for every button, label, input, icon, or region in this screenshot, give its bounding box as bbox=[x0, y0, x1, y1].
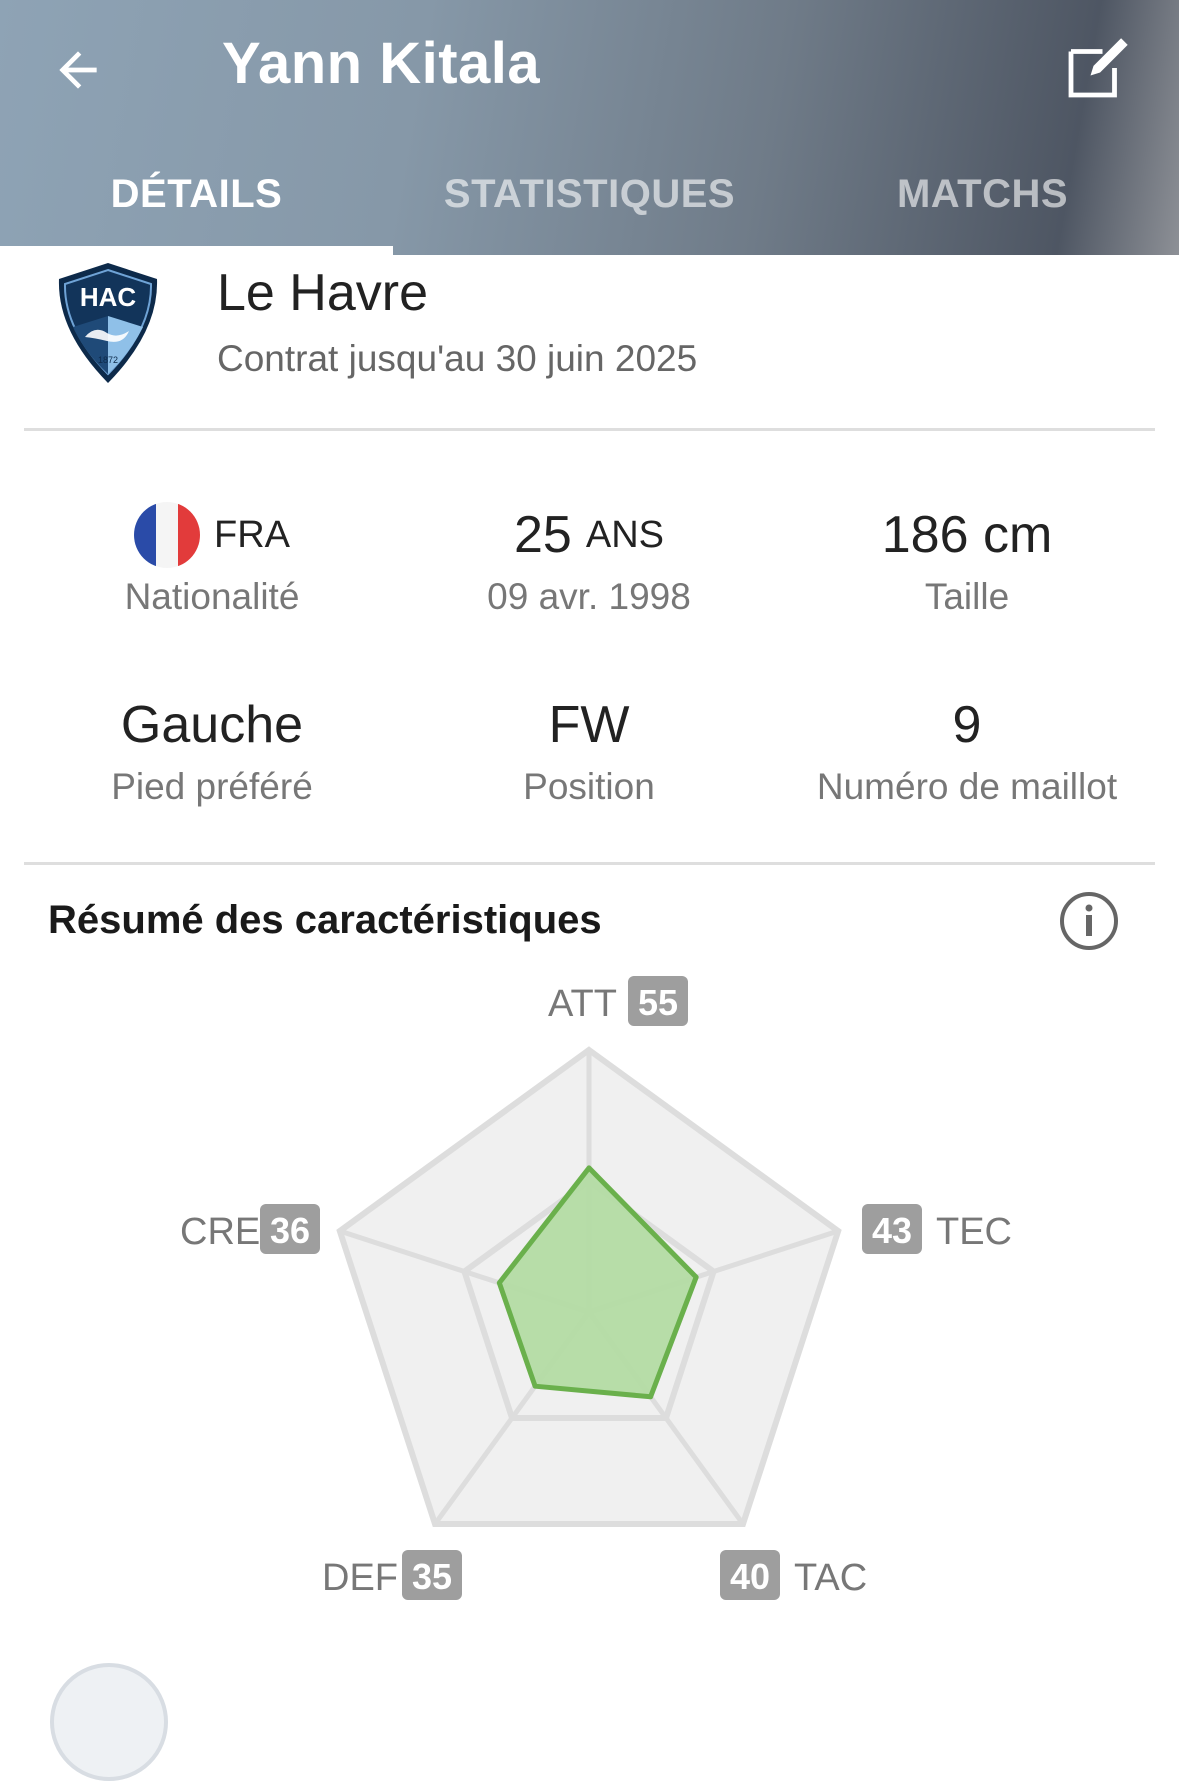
radar-point-att bbox=[588, 1166, 590, 1169]
attribute-radar-chart: ATT 55 TEC 43 TAC 40 DEF 35 CRE 36 bbox=[180, 976, 1012, 1600]
nationality-cell: FRA Nationalité bbox=[22, 500, 402, 618]
club-logo-year: 1872 bbox=[98, 355, 118, 365]
edit-icon bbox=[1068, 38, 1128, 98]
position-label: Position bbox=[523, 766, 655, 807]
club-logo: HAC 1872 bbox=[58, 263, 158, 383]
tab-statistics[interactable]: STATISTIQUES bbox=[393, 150, 786, 255]
radar-value-def: 35 bbox=[412, 1556, 452, 1597]
info-icon[interactable] bbox=[1058, 890, 1120, 952]
radar-label-cre: CRE bbox=[180, 1211, 260, 1253]
active-tab-indicator bbox=[0, 246, 393, 255]
radar-point-tec bbox=[695, 1276, 698, 1279]
radar-value-cre: 36 bbox=[270, 1210, 310, 1251]
radar-label-tec: TEC bbox=[936, 1211, 1012, 1253]
radar-value-tac: 40 bbox=[730, 1556, 770, 1597]
height-value: 186 cm bbox=[881, 506, 1053, 564]
height-cell: 186 cm Taille bbox=[777, 500, 1157, 618]
radar-value-att: 55 bbox=[638, 982, 678, 1023]
radar-value-tec: 43 bbox=[872, 1210, 912, 1251]
age-value: 25 bbox=[514, 506, 572, 564]
foot-cell: Gauche Pied préféré bbox=[22, 690, 402, 808]
foot-label: Pied préféré bbox=[111, 766, 313, 807]
shirt-cell: 9 Numéro de maillot bbox=[777, 690, 1157, 808]
radar-label-def: DEF bbox=[322, 1557, 398, 1599]
france-flag-icon bbox=[134, 502, 200, 568]
age-unit: ANS bbox=[585, 513, 664, 556]
divider bbox=[24, 428, 1155, 431]
height-label: Taille bbox=[924, 576, 1010, 617]
divider bbox=[24, 862, 1155, 865]
club-row[interactable]: HAC 1872 Le Havre Contrat jusqu'au 30 ju… bbox=[0, 255, 1179, 430]
nationality-value: FRA bbox=[214, 513, 290, 556]
contract-text: Contrat jusqu'au 30 juin 2025 bbox=[217, 338, 698, 379]
player-name-title: Yann Kitala bbox=[222, 31, 541, 96]
edit-button[interactable] bbox=[1058, 28, 1138, 108]
foot-value: Gauche bbox=[120, 696, 304, 754]
club-name: Le Havre bbox=[217, 264, 428, 322]
age-cell: 25 ANS 09 avr. 1998 bbox=[399, 500, 779, 618]
position-cell: FW Position bbox=[399, 690, 779, 808]
tab-matches[interactable]: MATCHS bbox=[786, 150, 1179, 255]
shirt-number-value: 9 bbox=[952, 696, 982, 754]
summary-title: Résumé des caractéristiques bbox=[48, 898, 602, 942]
radar-point-cre bbox=[498, 1281, 501, 1284]
nationality-label: Nationalité bbox=[124, 576, 300, 617]
app-header: Yann Kitala DÉTAILS STATISTIQUES MATCHS bbox=[0, 0, 1179, 255]
club-logo-text: HAC bbox=[80, 282, 137, 312]
position-value: FW bbox=[548, 696, 630, 754]
tab-bar: DÉTAILS STATISTIQUES MATCHS bbox=[0, 150, 1179, 255]
radar-label-att: ATT bbox=[548, 983, 617, 1025]
birth-date: 09 avr. 1998 bbox=[487, 576, 691, 617]
back-button[interactable] bbox=[40, 32, 116, 108]
radar-point-tac bbox=[649, 1395, 652, 1398]
radar-label-tac: TAC bbox=[794, 1557, 867, 1599]
radar-point-def bbox=[534, 1385, 537, 1388]
shirt-number-label: Numéro de maillot bbox=[816, 766, 1118, 807]
tab-details[interactable]: DÉTAILS bbox=[0, 150, 393, 255]
arrow-left-icon bbox=[59, 51, 97, 89]
avatar bbox=[50, 1663, 168, 1781]
